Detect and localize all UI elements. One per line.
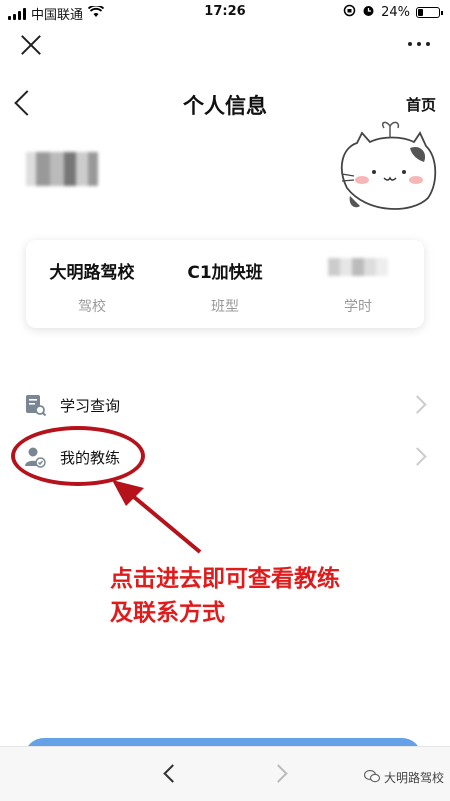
watermark-text: 大明路驾校	[383, 771, 444, 785]
annotation-line-2: 及联系方式	[110, 600, 225, 626]
school-value: 大明路驾校	[49, 263, 135, 283]
annotation-text: 点击进去即可查看教练 及联系方式	[110, 562, 410, 630]
hours-label: 学时	[344, 299, 372, 315]
home-link[interactable]: 首页	[406, 94, 436, 115]
class-type-column: C1加快班 班型	[159, 240, 291, 328]
browser-bottom-bar: 大明路驾校	[0, 746, 450, 801]
class-type-value: C1加快班	[187, 263, 263, 283]
cat-mascot-illustration	[340, 121, 437, 210]
menu-item-study-query[interactable]: 学习查询	[0, 380, 450, 430]
alarm-icon	[362, 4, 375, 21]
browser-back-icon[interactable]	[163, 764, 182, 783]
chevron-right-icon	[408, 447, 427, 466]
chevron-right-icon	[408, 395, 427, 414]
class-type-label: 班型	[211, 299, 239, 315]
menu-item-label: 学习查询	[60, 397, 121, 415]
webview-topbar	[0, 30, 450, 64]
hours-value-redacted	[292, 258, 424, 281]
orientation-lock-icon	[343, 4, 356, 21]
more-options-button[interactable]	[408, 42, 430, 46]
hours-column: 学时	[292, 240, 424, 328]
battery-percent: 24%	[381, 5, 410, 20]
battery-level	[418, 9, 423, 16]
battery-icon	[416, 7, 443, 18]
wechat-channel-icon	[363, 769, 381, 786]
status-bar: 中国联通 17:26 24%	[0, 0, 450, 24]
annotation-line-1: 点击进去即可查看教练	[110, 566, 340, 592]
document-search-icon	[24, 394, 47, 417]
school-column: 大明路驾校 驾校	[26, 240, 158, 328]
close-button[interactable]	[20, 34, 42, 56]
user-name-redacted	[26, 152, 98, 186]
school-label: 驾校	[78, 299, 106, 315]
student-info-card: 大明路驾校 驾校 C1加快班 班型 学时	[26, 240, 424, 328]
pointer-arrow-icon	[112, 480, 202, 554]
browser-forward-icon[interactable]	[269, 764, 288, 783]
page-title: 个人信息	[183, 94, 267, 118]
watermark: 大明路驾校	[363, 769, 444, 786]
